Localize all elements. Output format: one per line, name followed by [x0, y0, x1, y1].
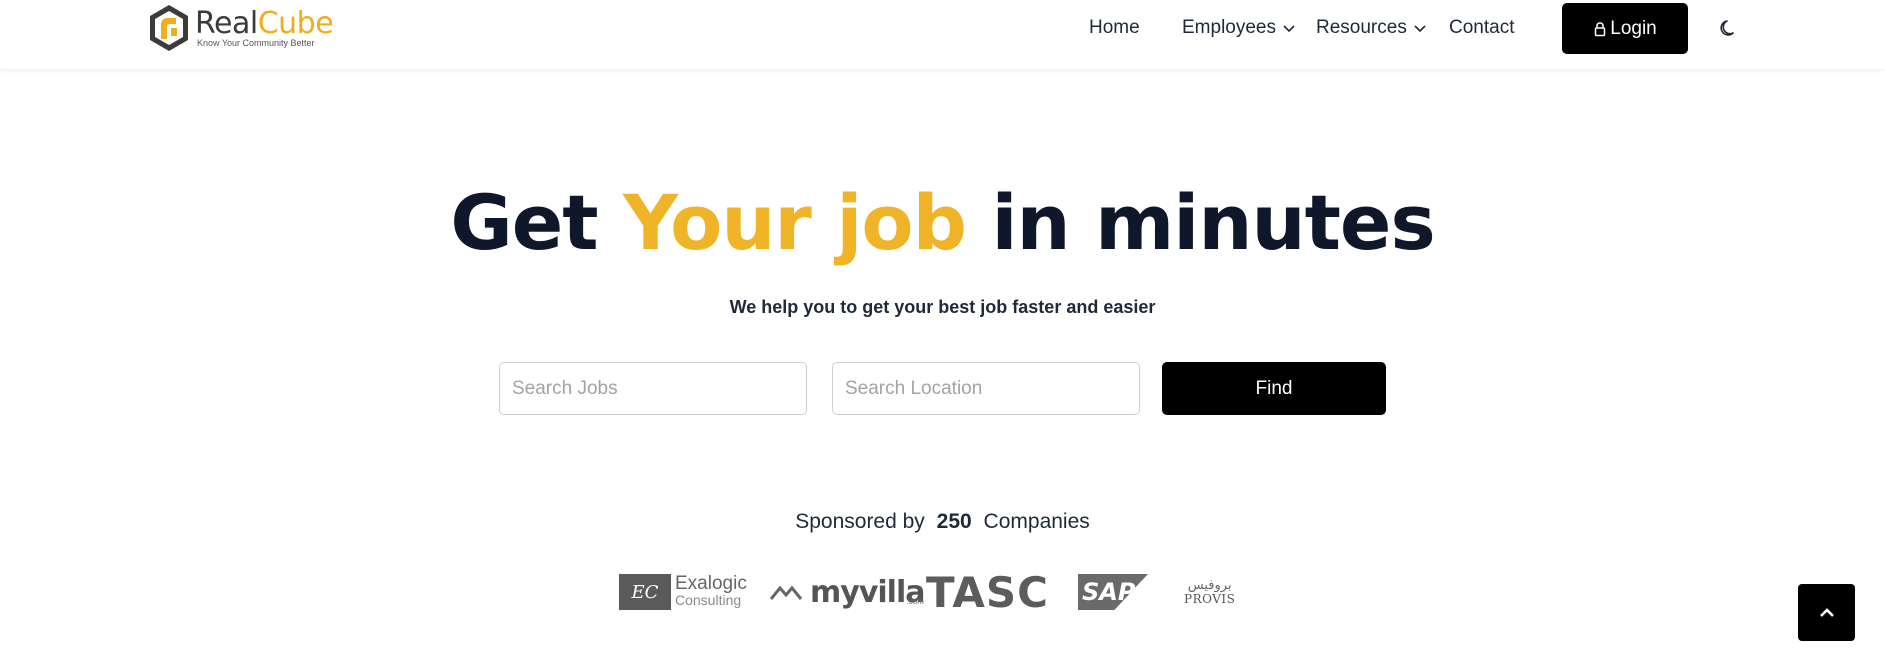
company-logo-tasc: TASC: [926, 568, 1049, 617]
nav-contact[interactable]: Contact: [1449, 17, 1514, 39]
scroll-to-top-button[interactable]: [1798, 584, 1855, 641]
exalogic-line2: Consulting: [675, 592, 742, 608]
company-logo-myvilla: myvilla .com: [770, 572, 925, 612]
lock-icon: [1595, 21, 1606, 36]
sponsored-prefix: Sponsored by: [795, 510, 925, 533]
hero-subtitle: We help you to get your best job faster …: [729, 297, 1156, 317]
provis-text: PROVIS: [1184, 591, 1236, 606]
nav-employees-label: Employees: [1182, 17, 1276, 38]
chevron-up-icon: [1819, 607, 1834, 617]
company-logo-exalogic: EC Exalogic Consulting: [619, 572, 747, 612]
nav-resources[interactable]: Resources: [1316, 17, 1427, 39]
hero-title-part2: in minutes: [991, 178, 1436, 267]
hero-title-part1: Get: [450, 178, 598, 267]
login-button[interactable]: Login: [1562, 3, 1688, 54]
provis-arabic: بروفيس: [1187, 577, 1232, 593]
login-label: Login: [1610, 17, 1657, 39]
search-location-input[interactable]: [832, 362, 1140, 415]
nav-resources-label: Resources: [1316, 17, 1407, 38]
tasc-text: TASC: [926, 567, 1049, 617]
sponsored-line: Sponsored by 250 Companies: [0, 510, 1885, 534]
brand-logo[interactable]: RealCube Know Your Community Better: [147, 3, 334, 53]
exalogic-line1: Exalogic: [675, 573, 747, 594]
company-logo-provis: بروفيس PROVIS: [1184, 572, 1235, 612]
myvilla-sub: .com: [906, 597, 924, 606]
brand-tagline: Know Your Community Better: [197, 37, 315, 48]
myvilla-roof-icon: [770, 585, 803, 600]
sponsored-suffix: Companies: [983, 510, 1090, 533]
exalogic-mark: EC: [619, 574, 671, 610]
hero-title-accent: Your job: [623, 178, 967, 267]
moon-icon[interactable]: [1718, 17, 1740, 39]
find-button[interactable]: Find: [1162, 362, 1386, 415]
nav-contact-label: Contact: [1449, 17, 1515, 38]
cube-logo-icon: [150, 5, 188, 51]
nav-home[interactable]: Home: [1089, 17, 1140, 39]
nav-home-label: Home: [1089, 17, 1140, 38]
site-header: RealCube Know Your Community Better Home…: [0, 0, 1885, 69]
brand-name: RealCube: [195, 5, 334, 41]
search-jobs-input[interactable]: [499, 362, 807, 415]
chevron-down-icon: [1414, 25, 1426, 33]
company-logo-sap: SAP: [1078, 572, 1148, 612]
hero-title: Get Your job in minutes: [0, 178, 1885, 268]
chevron-down-icon: [1283, 25, 1295, 33]
sap-mark: SAP: [1078, 574, 1148, 610]
sponsor-count: 250: [936, 510, 972, 533]
nav-employees[interactable]: Employees: [1182, 17, 1296, 39]
